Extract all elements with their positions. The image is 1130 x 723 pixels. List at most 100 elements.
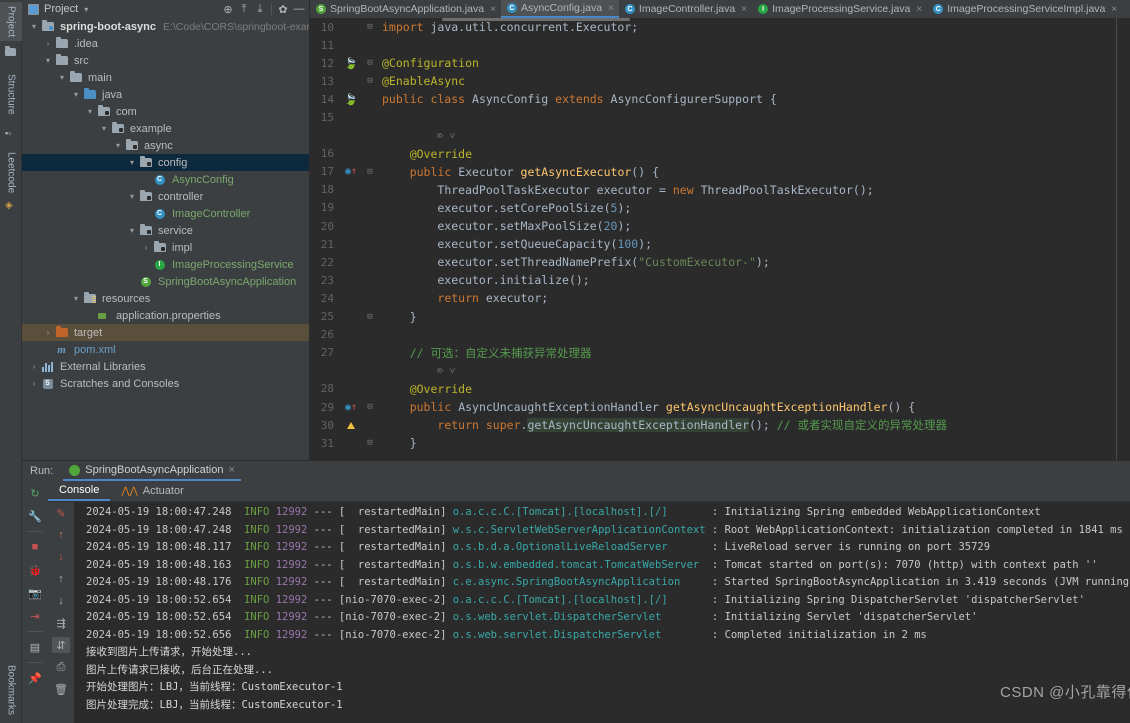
chevron-down-icon[interactable]: ▾ — [84, 107, 96, 116]
close-icon[interactable]: × — [608, 3, 614, 14]
expand-all-icon[interactable]: ⤒ — [236, 1, 252, 17]
sidebar-item-project[interactable]: Project — [0, 2, 22, 41]
close-icon[interactable]: × — [916, 4, 922, 15]
soft-wrap-icon[interactable]: ✎ — [52, 505, 70, 521]
tree-row-controller[interactable]: ▾ controller — [22, 188, 309, 205]
tree-row-asyncconfig[interactable]: C AsyncConfig — [22, 171, 309, 188]
pin-icon[interactable]: 📌 — [26, 670, 44, 686]
tree-row-example[interactable]: ▾ example — [22, 120, 309, 137]
chevron-down-icon[interactable]: ▾ — [112, 141, 124, 150]
tree-row-resources[interactable]: ▾ resources — [22, 290, 309, 307]
tree-row-async[interactable]: ▾ async — [22, 137, 309, 154]
close-icon[interactable]: × — [228, 464, 234, 476]
fold-marker[interactable]: ⊟ — [364, 438, 376, 448]
implementing-method-gutter-icon[interactable]: ◉↑ — [345, 166, 357, 177]
tree-row-com[interactable]: ▾ com — [22, 103, 309, 120]
code-area[interactable]: 10 ⊟ import java.util.concurrent.Executo… — [310, 18, 1130, 452]
fold-marker[interactable]: ⊟ — [364, 402, 376, 412]
tab-actuator[interactable]: ⋀⋀ Actuator — [110, 481, 194, 501]
chevron-down-icon[interactable]: ▾ — [70, 294, 82, 303]
scroll-to-end-icon[interactable]: ⇵ — [52, 637, 70, 653]
screenshot-icon[interactable]: 📷 — [26, 585, 44, 601]
tree-item-icon — [82, 294, 97, 303]
sidebar-item-leetcode[interactable]: Leetcode — [0, 148, 22, 197]
chevron-right-icon[interactable]: › — [42, 328, 54, 337]
tree-row-imageprocessingservice[interactable]: I ImageProcessingService — [22, 256, 309, 273]
chevron-right-icon[interactable]: › — [28, 362, 40, 371]
chevron-down-icon[interactable]: ▾ — [126, 192, 138, 201]
rerun-icon[interactable]: ↻ — [26, 485, 44, 501]
console-output[interactable]: 2024-05-19 18:00:47.248 INFO 12992 --- [… — [74, 502, 1130, 723]
chevron-right-icon[interactable]: › — [42, 39, 54, 48]
tree-row-scratches-and-consoles[interactable]: › S Scratches and Consoles — [22, 375, 309, 392]
fold-marker[interactable]: ⊟ — [364, 22, 376, 32]
chevron-down-icon[interactable]: ▾ — [84, 5, 88, 14]
locate-icon[interactable]: ⊕ — [220, 1, 236, 17]
tree-row-target[interactable]: › target — [22, 324, 309, 341]
close-icon[interactable]: × — [490, 4, 496, 15]
editor-tab-3[interactable]: I ImageProcessingService.java × — [752, 0, 927, 18]
sidebar-item-structure[interactable]: Structure — [0, 70, 22, 119]
project-tree[interactable]: ▾ spring-boot-async E:\Code\CORS\springb… — [22, 18, 310, 460]
chevron-right-icon[interactable]: › — [140, 243, 152, 252]
hide-panel-icon[interactable]: — — [291, 1, 307, 17]
tree-row-impl[interactable]: › impl — [22, 239, 309, 256]
tree-row-springbootasyncapplication[interactable]: S SpringBootAsyncApplication — [22, 273, 309, 290]
chevron-down-icon[interactable]: ▾ — [42, 56, 54, 65]
code-editor[interactable]: 10 ⊟ import java.util.concurrent.Executo… — [310, 18, 1130, 460]
layout-icon[interactable]: ▤ — [26, 639, 44, 655]
settings-gear-icon[interactable]: ✿ — [275, 1, 291, 17]
print-icon[interactable]: ⎙ — [52, 659, 70, 675]
tab-console[interactable]: Console — [48, 481, 110, 501]
fold-marker[interactable]: ⊟ — [364, 312, 376, 322]
stop-icon[interactable]: ■ — [26, 539, 44, 555]
debug-icon[interactable]: 🐞 — [26, 562, 44, 578]
module-folder-icon — [42, 22, 54, 31]
tree-row-external-libraries[interactable]: › External Libraries — [22, 358, 309, 375]
editor-tab-1[interactable]: C AsyncConfig.java × — [501, 0, 619, 18]
spring-bean-gutter-icon[interactable]: 🍃 — [344, 93, 358, 106]
tree-row--idea[interactable]: › .idea — [22, 35, 309, 52]
implementing-method-gutter-icon[interactable]: ◉↑ — [345, 402, 357, 413]
wrap-text-icon[interactable]: ⇶ — [52, 615, 70, 631]
tree-row-service[interactable]: ▾ service — [22, 222, 309, 239]
tree-row-imagecontroller[interactable]: C ImageController — [22, 205, 309, 222]
tree-row-spring-boot-async[interactable]: ▾ spring-boot-async E:\Code\CORS\springb… — [22, 18, 309, 35]
exit-icon[interactable]: ⇥ — [26, 608, 44, 624]
fold-marker[interactable]: ⊟ — [364, 167, 376, 177]
down-arrow-icon[interactable]: ↓ — [52, 593, 70, 609]
intention-bulb-icon[interactable] — [347, 422, 355, 429]
editor-scrollbar-track[interactable] — [1116, 18, 1117, 460]
wrench-settings-icon[interactable]: 🔧 — [26, 508, 44, 524]
collapse-all-icon[interactable]: ⤓ — [252, 1, 268, 17]
tree-row-src[interactable]: ▾ src — [22, 52, 309, 69]
spring-bean-gutter-icon[interactable]: 🍃 — [344, 57, 358, 70]
tree-row-main[interactable]: ▾ main — [22, 69, 309, 86]
close-icon[interactable]: × — [741, 4, 747, 15]
chevron-right-icon[interactable]: › — [28, 379, 40, 388]
tree-row-config[interactable]: ▾ config — [22, 154, 309, 171]
chevron-down-icon[interactable]: ▾ — [28, 22, 40, 31]
scroll-up-icon[interactable]: ↑ — [52, 527, 70, 543]
editor-tab-0[interactable]: S SpringBootAsyncApplication.java × — [310, 0, 501, 18]
trash-icon[interactable]: 🗑 — [52, 681, 70, 697]
chevron-down-icon[interactable]: ▾ — [98, 124, 110, 133]
code-text: public Executor getAsyncExecutor() { — [376, 165, 659, 179]
close-icon[interactable]: × — [1111, 4, 1117, 15]
editor-tab-2[interactable]: C ImageController.java × — [619, 0, 752, 18]
scroll-down-icon[interactable]: ↓ — [52, 549, 70, 565]
tree-item-label: src — [74, 55, 89, 67]
chevron-down-icon[interactable]: ▾ — [126, 158, 138, 167]
chevron-down-icon[interactable]: ▾ — [56, 73, 68, 82]
tree-row-application-properties[interactable]: application.properties — [22, 307, 309, 324]
tree-row-pom-xml[interactable]: m pom.xml — [22, 341, 309, 358]
fold-marker[interactable]: ⊟ — [364, 58, 376, 68]
fold-marker[interactable]: ⊟ — [364, 76, 376, 86]
chevron-down-icon[interactable]: ▾ — [70, 90, 82, 99]
chevron-down-icon[interactable]: ▾ — [126, 226, 138, 235]
editor-tab-4[interactable]: C ImageProcessingServiceImpl.java × — [927, 0, 1122, 18]
run-configuration-tab[interactable]: SpringBootAsyncApplication × — [63, 461, 241, 481]
up-arrow-icon[interactable]: ↑ — [52, 571, 70, 587]
sidebar-item-bookmarks[interactable]: Bookmarks — [0, 661, 22, 719]
tree-row-java[interactable]: ▾ java — [22, 86, 309, 103]
